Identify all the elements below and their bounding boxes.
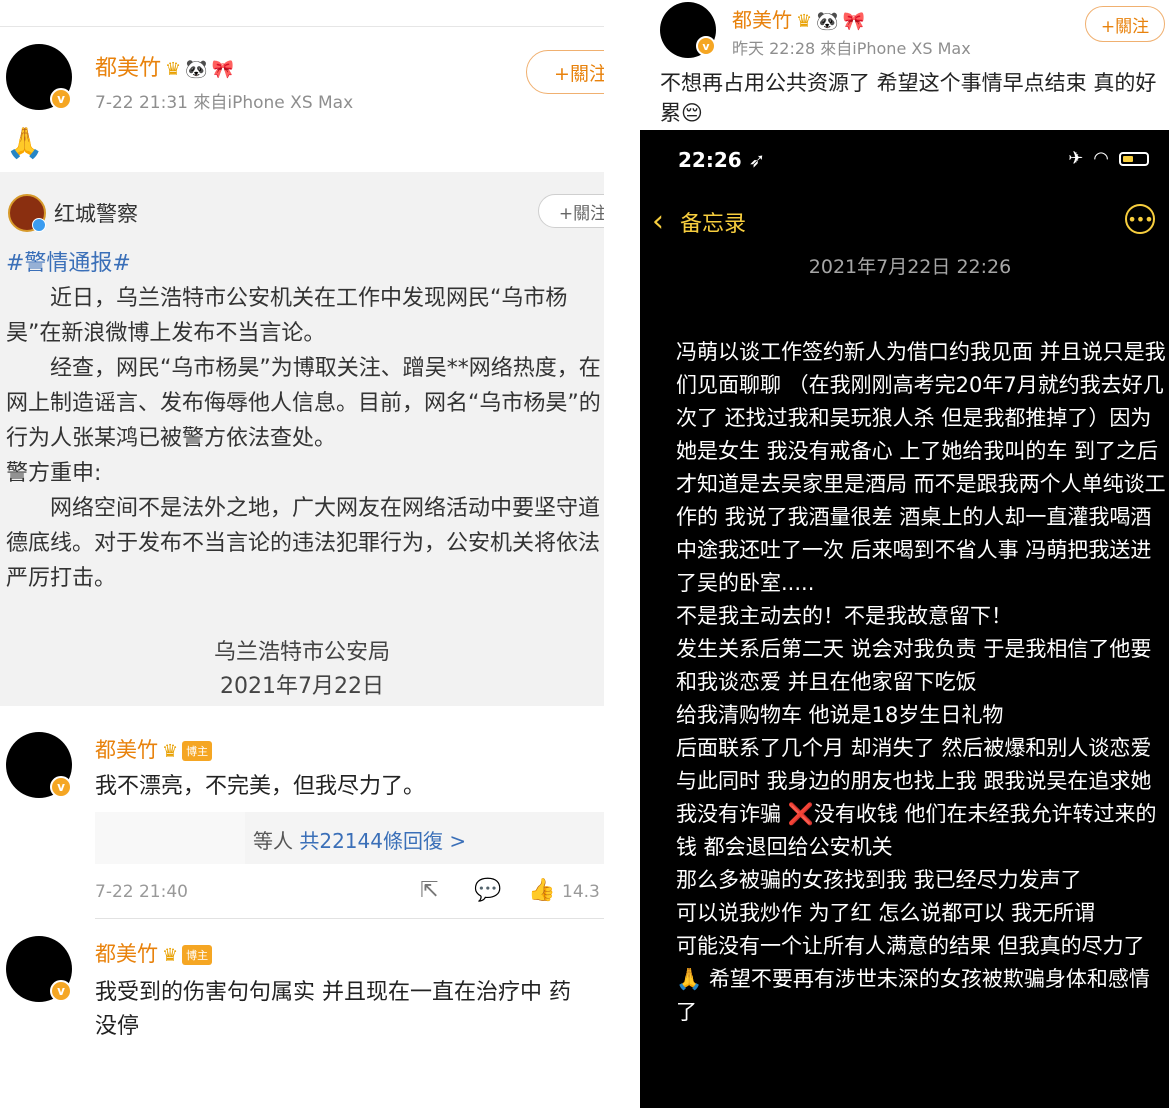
note-line: 冯萌以谈工作签约新人为借口约我见面 并且说只是我们见面聊聊 （在我刚刚高考完20…: [676, 340, 1166, 595]
comment-time: 7-22 21:40: [95, 882, 188, 902]
note-body: 冯萌以谈工作签约新人为借口约我见面 并且说只是我们见面聊聊 （在我刚刚高考完20…: [676, 336, 1166, 1029]
reply-icon[interactable]: 💬: [474, 878, 501, 903]
repost-body: #警情通报# 近日，乌兰浩特市公安机关在工作中发现网民“乌市杨昊”在新浪微博上发…: [6, 246, 602, 596]
author-badge: 博主: [182, 741, 213, 761]
post-time-source: 7-22 21:31 來自iPhone XS Max: [95, 93, 354, 113]
note-line: 发生关系后第二天 说会对我负责 于是我相信了他要和我谈恋爱 并且在他家留下吃饭: [676, 637, 1152, 694]
username-text[interactable]: 都美竹: [732, 8, 792, 32]
view-replies-link[interactable]: 共22144條回復 >: [299, 829, 466, 853]
repost-signature: 乌兰浩特市公安局: [213, 640, 390, 665]
note-date: 2021年7月22日 22:26: [808, 256, 1012, 278]
username-text[interactable]: 都美竹: [95, 738, 158, 762]
notes-screenshot: 22:26 ➶ ✈ ◠ ‹ 备忘录 ••• 2021年7月22日 22:26 冯…: [640, 130, 1169, 1108]
paragraph: 近日，乌兰浩特市公安机关在工作中发现网民“乌市杨昊”在新浪微博上发布不当言论。: [6, 286, 568, 346]
panda-icon: 🐼: [185, 58, 208, 80]
repost-date: 2021年7月22日: [220, 674, 384, 699]
comment-text: 我不漂亮，不完美，但我尽力了。: [95, 774, 426, 799]
post-username[interactable]: 都美竹 ♛ 🐼 🎀: [95, 50, 234, 82]
crown-icon: ♛: [162, 740, 179, 762]
follow-button[interactable]: +關注: [526, 50, 604, 94]
note-line: 不是我主动去的！不是我故意留下！: [676, 604, 1012, 628]
verified-icon: [32, 218, 46, 232]
status-icons: ✈ ◠: [1068, 148, 1149, 169]
verified-icon: v: [696, 36, 716, 56]
note-line: 给我清购物车 他说是18岁生日礼物: [676, 703, 1004, 727]
post-text: 不想再占用公共资源了 希望这个事情早点结束 真的好累😔: [660, 71, 1157, 125]
clock-text: 22:26: [678, 148, 742, 172]
crown-icon: ♛: [165, 58, 182, 80]
verified-icon: v: [50, 980, 72, 1002]
divider: [0, 26, 604, 27]
share-icon[interactable]: ⇱: [420, 878, 438, 903]
hashtag-link[interactable]: #警情通报#: [6, 251, 131, 276]
panda-icon: 🐼: [816, 11, 839, 32]
repost-card[interactable]: 红城警察 +關注 #警情通报# 近日，乌兰浩特市公安机关在工作中发现网民“乌市杨…: [0, 172, 604, 706]
battery-icon: [1119, 151, 1149, 166]
paragraph: 经查，网民“乌市杨昊”为博取关注、蹭吴**网络热度，在网上制造谣言、发布侮辱他人…: [6, 356, 601, 451]
verified-icon: v: [50, 776, 72, 798]
paragraph: 警方重申:: [6, 461, 102, 486]
bow-icon: 🎀: [842, 11, 865, 32]
bow-icon: 🎀: [211, 58, 234, 80]
wifi-icon: ◠: [1093, 148, 1109, 169]
note-line: 我没有诈骗 ❌没有收钱 他们在未经我允许转过来的钱 都会退回给公安机关: [676, 802, 1157, 859]
like-icon[interactable]: 👍: [528, 878, 555, 903]
username-text[interactable]: 都美竹: [95, 56, 161, 81]
replies-summary[interactable]: 等人 共22144條回復 >: [253, 825, 466, 854]
right-weibo-panel: v 都美竹 ♛ 🐼 🎀 昨天 22:28 來自iPhone XS Max +關注 不想…: [640, 0, 1169, 1108]
reply-partial: 等人: [253, 829, 293, 853]
paragraph: 网络空间不是法外之地，广大网友在网络活动中要坚守道德底线。对于发布不当言论的违法…: [6, 496, 601, 591]
post-time-source: 昨天 22:28 來自iPhone XS Max: [732, 39, 971, 58]
follow-button[interactable]: +關注: [538, 194, 604, 228]
note-line: 可能没有一个让所有人满意的结果 但我真的尽力了🙏 希望不要再有涉世未深的女孩被欺…: [676, 934, 1150, 1024]
more-options-icon[interactable]: •••: [1125, 204, 1155, 234]
note-line: 后面联系了几个月 却消失了 然后被爆和别人谈恋爱 与此同时 我身边的朋友也找上我…: [676, 736, 1152, 793]
post-username[interactable]: 都美竹 ♛ 🐼 🎀: [732, 4, 865, 33]
comment-username[interactable]: 都美竹 ♛ 博主: [95, 938, 213, 968]
back-button[interactable]: 备忘录: [680, 206, 746, 238]
back-chevron-icon[interactable]: ‹: [652, 204, 664, 239]
comment-username[interactable]: 都美竹 ♛ 博主: [95, 734, 213, 764]
comment-text-line: 没停: [95, 1014, 140, 1039]
crown-icon: ♛: [162, 944, 179, 966]
status-time: 22:26 ➶: [678, 148, 765, 172]
username-text[interactable]: 都美竹: [95, 942, 158, 966]
note-line: 那么多被骗的女孩找到我 我已经尽力发声了: [676, 868, 1082, 892]
follow-button[interactable]: +關注: [1085, 6, 1165, 42]
note-line: 可以说我炒作 为了红 怎么说都可以 我无所谓: [676, 901, 1096, 925]
repost-username[interactable]: 红城警察: [54, 198, 138, 228]
crown-icon: ♛: [796, 11, 813, 32]
replies-bar[interactable]: 等人 共22144條回復 >: [95, 812, 604, 864]
author-badge: 博主: [182, 945, 213, 965]
location-arrow-icon: ➶: [748, 148, 766, 172]
divider: [95, 918, 604, 919]
like-count: 14.3: [562, 882, 600, 902]
airplane-icon: ✈: [1068, 148, 1084, 169]
post-content: 🙏: [6, 126, 44, 161]
comment-text-line: 我受到的伤害句句属实 并且现在一直在治疗中 药: [95, 980, 571, 1005]
left-weibo-panel: v 都美竹 ♛ 🐼 🎀 7-22 21:31 來自iPhone XS Max +關注 …: [0, 0, 604, 1108]
blurred-replies: [95, 812, 245, 864]
verified-icon: v: [50, 88, 72, 110]
